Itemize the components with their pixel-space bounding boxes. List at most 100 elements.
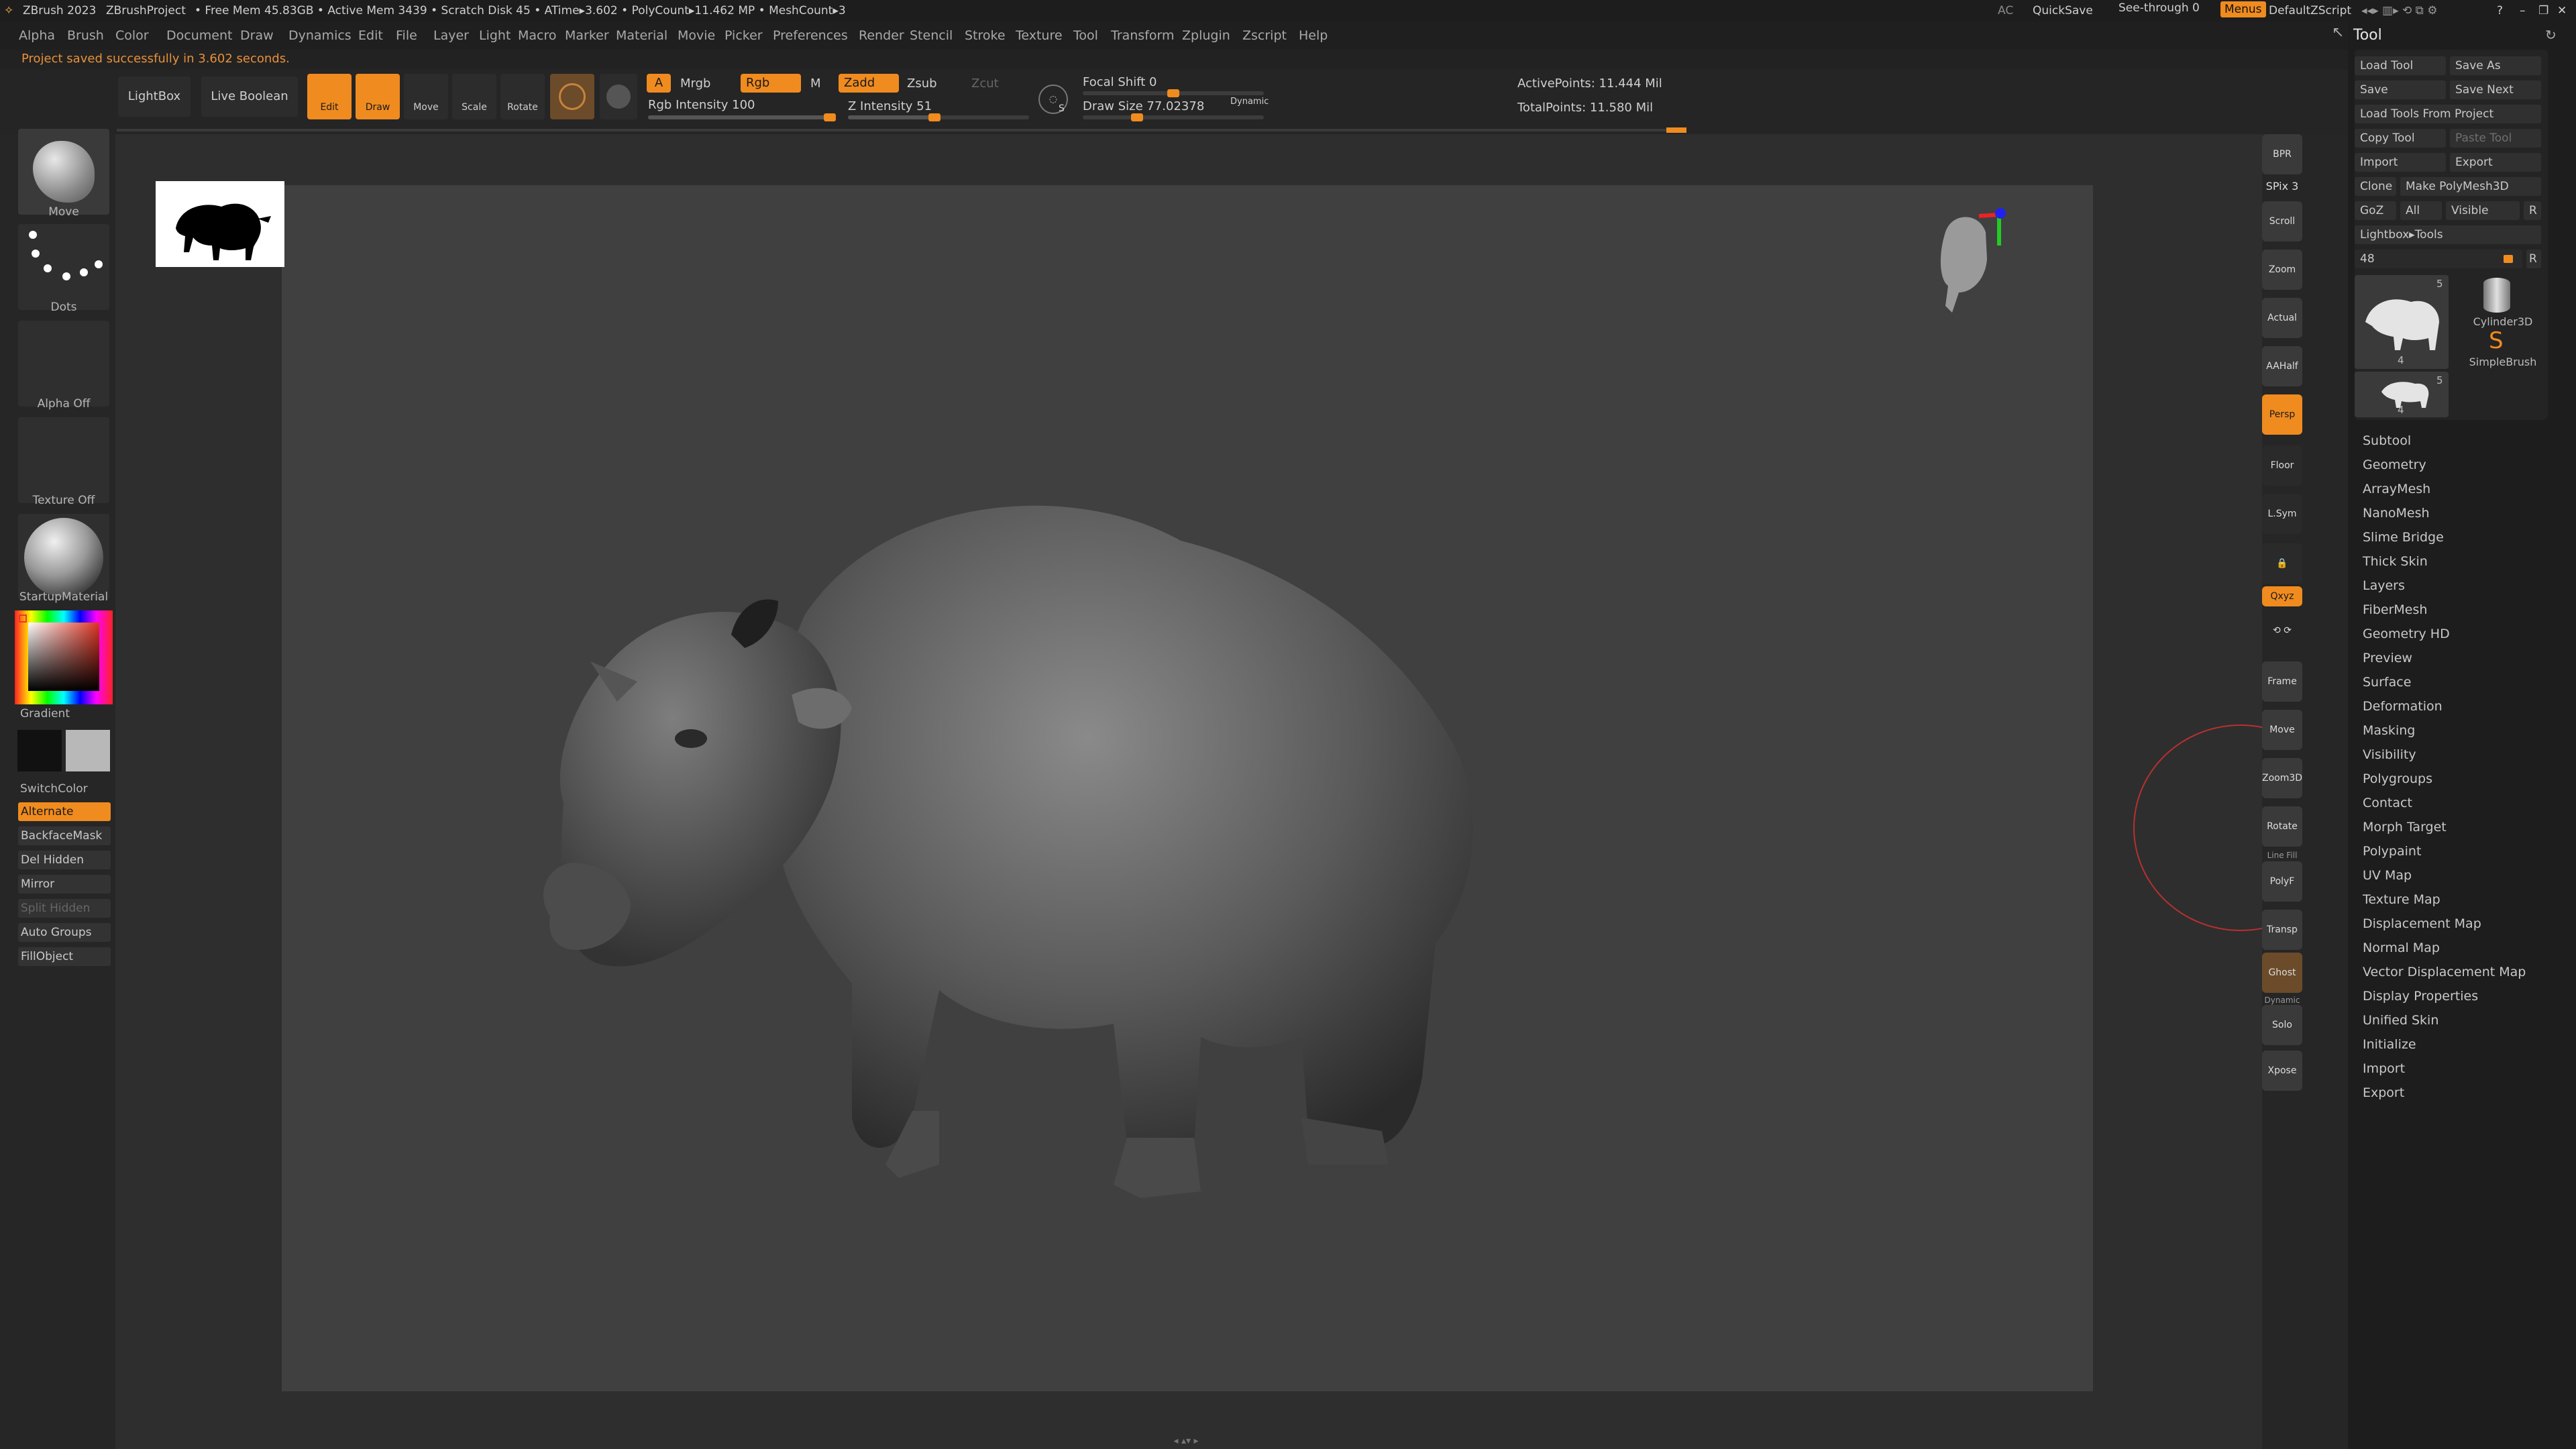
subpalette-uv-map[interactable]: UV Map xyxy=(2363,868,2412,883)
aahalf-icon[interactable]: AAHalf xyxy=(2262,346,2302,386)
subpalette-export[interactable]: Export xyxy=(2363,1085,2404,1100)
draw-mode-button[interactable]: Draw xyxy=(356,74,400,119)
menu-macro[interactable]: Macro xyxy=(518,28,557,43)
subpalette-layers[interactable]: Layers xyxy=(2363,578,2405,593)
goz-visible-button[interactable]: Visible xyxy=(2446,201,2520,220)
ghost-icon[interactable]: Ghost xyxy=(2262,953,2302,993)
subpalette-slime-bridge[interactable]: Slime Bridge xyxy=(2363,530,2444,545)
copy-tool-button[interactable]: Copy Tool xyxy=(2355,129,2446,148)
minimize-icon[interactable]: – xyxy=(2520,4,2526,17)
a-toggle[interactable]: A xyxy=(647,74,671,93)
menu-color[interactable]: Color xyxy=(115,28,149,43)
menus-toggle[interactable]: Menus xyxy=(2220,1,2266,17)
mrgb-toggle[interactable]: Mrgb xyxy=(680,76,710,91)
z-intensity-slider[interactable] xyxy=(848,113,1029,121)
tool-size-slider[interactable]: 48 xyxy=(2355,250,2522,268)
goz-r-button[interactable]: R xyxy=(2524,201,2541,220)
m-toggle[interactable]: M xyxy=(810,76,821,91)
menu-marker[interactable]: Marker xyxy=(565,28,609,43)
texture-thumbnail[interactable] xyxy=(18,417,109,503)
simplebrush-icon[interactable]: S xyxy=(2489,327,2504,354)
material-thumbnail[interactable] xyxy=(18,514,109,600)
dynamic-toggle[interactable]: Dynamic xyxy=(1230,97,1269,107)
frame-icon[interactable]: Frame xyxy=(2262,661,2302,702)
subpalette-vector-displacement-map[interactable]: Vector Displacement Map xyxy=(2363,965,2526,979)
switchcolor-button[interactable]: SwitchColor xyxy=(0,782,127,796)
cylinder3d-thumbnail[interactable] xyxy=(2479,278,2514,318)
bottom-tray-handle[interactable]: ◂ ▴▾ ▸ xyxy=(1119,1436,1253,1449)
goz-all-button[interactable]: All xyxy=(2400,201,2442,220)
save-as-button[interactable]: Save As xyxy=(2450,56,2541,75)
auto-groups-button[interactable]: Auto Groups xyxy=(18,923,111,942)
rgb-intensity-slider[interactable] xyxy=(648,113,836,121)
zoom-icon[interactable]: Zoom xyxy=(2262,250,2302,290)
close-icon[interactable]: ✕ xyxy=(2557,4,2567,17)
menu-layer[interactable]: Layer xyxy=(433,28,469,43)
rotate-mode-button[interactable]: Rotate xyxy=(500,74,545,119)
import-button[interactable]: Import xyxy=(2355,153,2446,172)
menu-tool[interactable]: Tool xyxy=(1073,28,1098,43)
menu-picker[interactable]: Picker xyxy=(724,28,763,43)
zadd-toggle[interactable]: Zadd xyxy=(839,74,899,93)
zoom3d-icon[interactable]: Zoom3D xyxy=(2262,758,2302,798)
move-view-icon[interactable]: Move xyxy=(2262,710,2302,750)
help-icon[interactable]: ? xyxy=(2497,4,2503,17)
del-hidden-button[interactable]: Del Hidden xyxy=(18,851,111,869)
spix-setting[interactable]: SPix 3 xyxy=(2255,180,2309,193)
scale-mode-button[interactable]: Scale xyxy=(452,74,496,119)
rotation-axis-icons[interactable]: ⟲ ⟳ xyxy=(2262,610,2302,651)
rgb-intensity-knob[interactable] xyxy=(824,113,836,121)
menu-preferences[interactable]: Preferences xyxy=(773,28,848,43)
transp-icon[interactable]: Transp xyxy=(2262,910,2302,950)
maximize-icon[interactable]: ❐ xyxy=(2538,4,2548,17)
rotate-view-icon[interactable]: Rotate xyxy=(2262,806,2302,847)
current-tool-thumbnail[interactable]: 5 4 xyxy=(2355,275,2449,369)
floor-icon[interactable]: Floor xyxy=(2262,445,2302,486)
draw-size-slider[interactable] xyxy=(1083,113,1264,121)
see-through-slider[interactable]: See-through 0 xyxy=(2118,1,2200,15)
subpalette-thick-skin[interactable]: Thick Skin xyxy=(2363,554,2428,569)
menu-alpha[interactable]: Alpha xyxy=(19,28,55,43)
export-button[interactable]: Export xyxy=(2450,153,2541,172)
actual-icon[interactable]: Actual xyxy=(2262,298,2302,338)
save-next-button[interactable]: Save Next xyxy=(2450,80,2541,99)
load-tool-button[interactable]: Load Tool xyxy=(2355,56,2446,75)
lightbox-button[interactable]: LightBox xyxy=(118,76,191,117)
subpalette-polypaint[interactable]: Polypaint xyxy=(2363,844,2421,859)
subpalette-fibermesh[interactable]: FiberMesh xyxy=(2363,602,2427,617)
focal-shift-knob[interactable] xyxy=(1167,89,1179,97)
clone-button[interactable]: Clone xyxy=(2355,177,2396,196)
menu-draw[interactable]: Draw xyxy=(240,28,274,43)
subpalette-normal-map[interactable]: Normal Map xyxy=(2363,941,2440,955)
solo-icon[interactable]: Solo xyxy=(2262,1005,2302,1045)
subpalette-surface[interactable]: Surface xyxy=(2363,675,2411,690)
scroll-icon[interactable]: Scroll xyxy=(2262,201,2302,241)
menu-material[interactable]: Material xyxy=(616,28,667,43)
subpalette-geometry[interactable]: Geometry xyxy=(2363,458,2426,472)
menu-render[interactable]: Render xyxy=(859,28,904,43)
edit-mode-button[interactable]: Edit xyxy=(307,74,352,119)
menu-stroke[interactable]: Stroke xyxy=(965,28,1006,43)
brush-thumbnail[interactable] xyxy=(18,129,109,215)
material-sphere-icon[interactable] xyxy=(550,74,594,119)
lock-icon[interactable]: 🔒 xyxy=(2262,543,2302,584)
menu-document[interactable]: Document xyxy=(166,28,232,43)
menu-transform[interactable]: Transform xyxy=(1111,28,1175,43)
rgb-toggle[interactable]: Rgb xyxy=(741,74,801,93)
ac-button[interactable]: AC xyxy=(1998,4,2013,17)
menu-zscript[interactable]: Zscript xyxy=(1242,28,1287,43)
menu-movie[interactable]: Movie xyxy=(678,28,715,43)
s-toggle[interactable]: S xyxy=(1059,103,1065,114)
menu-light[interactable]: Light xyxy=(479,28,511,43)
save-button[interactable]: Save xyxy=(2355,80,2446,99)
subpalette-geometry-hd[interactable]: Geometry HD xyxy=(2363,627,2450,641)
paste-tool-button[interactable]: Paste Tool xyxy=(2450,129,2541,148)
subpalette-subtool[interactable]: Subtool xyxy=(2363,433,2411,448)
subpalette-displacement-map[interactable]: Displacement Map xyxy=(2363,916,2481,931)
live-boolean-button[interactable]: Live Boolean xyxy=(201,76,298,117)
bpr-render-icon[interactable]: BPR xyxy=(2262,134,2302,174)
subtool-thumbnail[interactable]: 5 4 xyxy=(2355,372,2449,417)
mirror-button[interactable]: Mirror xyxy=(18,875,111,894)
polyf-icon[interactable]: PolyF xyxy=(2262,861,2302,902)
menu-texture[interactable]: Texture xyxy=(1016,28,1063,43)
